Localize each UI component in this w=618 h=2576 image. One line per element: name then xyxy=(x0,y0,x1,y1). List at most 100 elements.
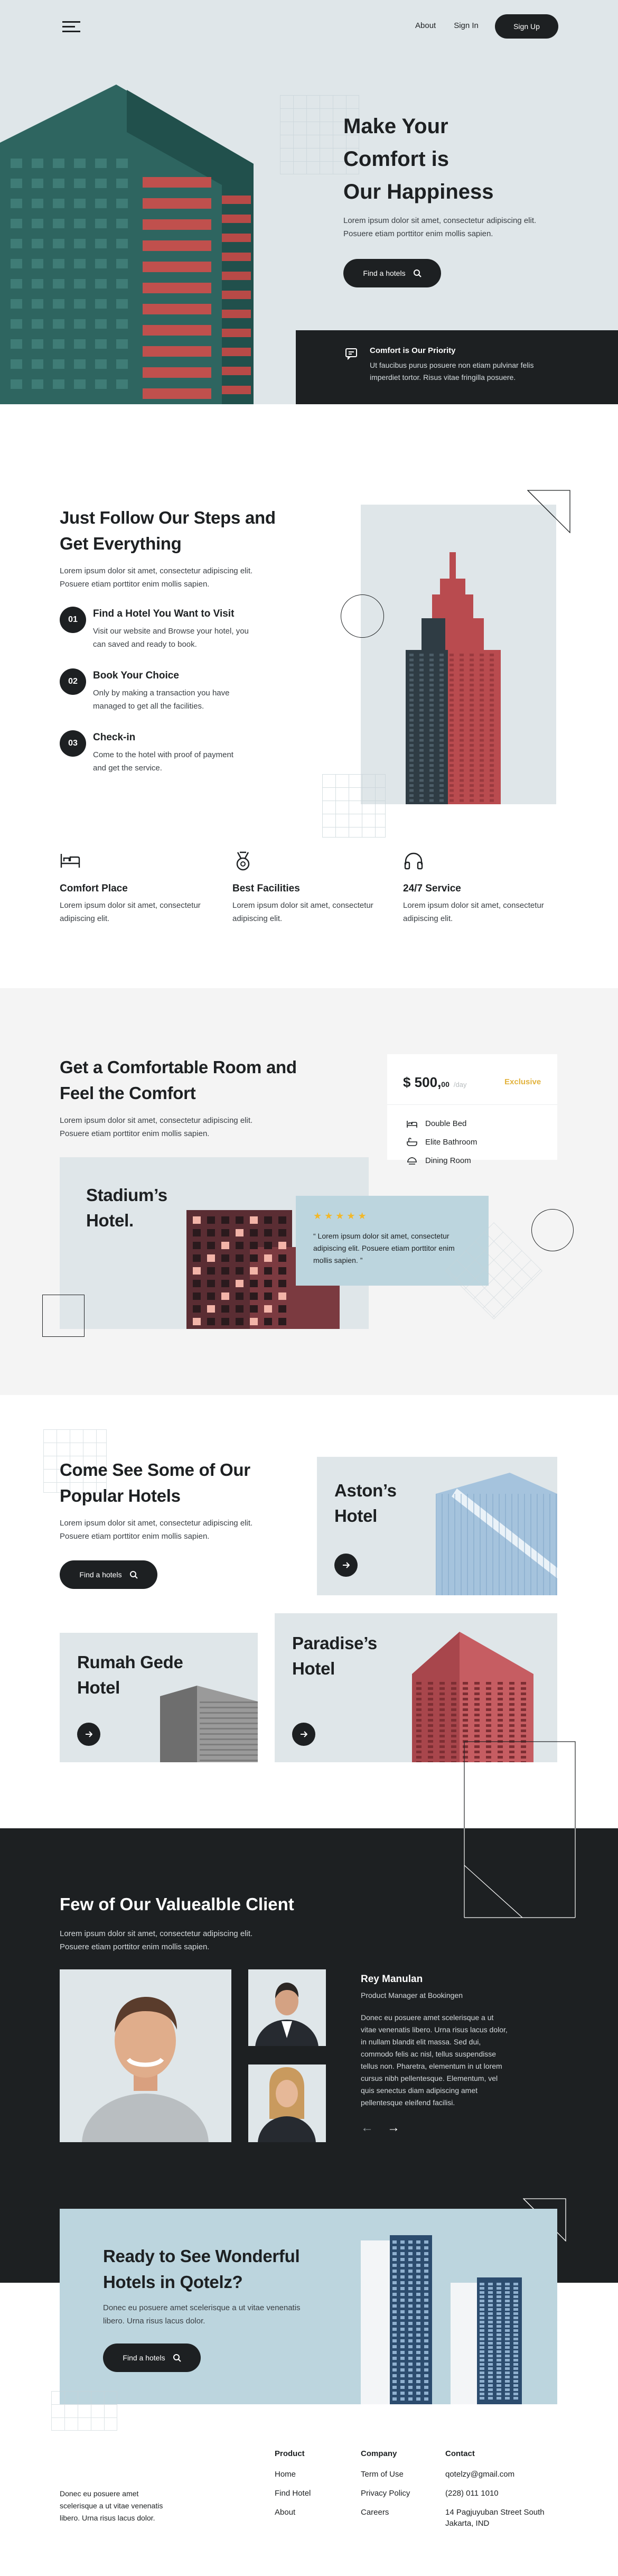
arrow-right-button[interactable] xyxy=(292,1723,315,1746)
circle-decoration xyxy=(531,1209,574,1251)
step-desc-line2: and get the service. xyxy=(93,764,162,773)
cta-title-line2: Hotels in Qotelz? xyxy=(103,2272,243,2292)
cta-banner: Ready to See Wonderful Hotels in Qotelz?… xyxy=(60,2209,557,2404)
hotel-name-line2: Hotel xyxy=(292,1659,335,1678)
client-name: Rey Manulan xyxy=(361,1974,423,1985)
popular-title: Come See Some of Our Popular Hotels xyxy=(60,1457,250,1509)
popular-desc-line1: Lorem ipsum dolor sit amet, consectetur … xyxy=(60,1519,253,1528)
footer-column-title: Contact xyxy=(445,2449,475,2458)
footer-link-find-hotel[interactable]: Find Hotel xyxy=(275,2489,311,2498)
feature-desc-line1: Lorem ipsum dolor sit amet, consectetur xyxy=(403,901,544,910)
search-icon xyxy=(413,269,422,277)
footer-about-line: scelerisque a ut vitae venenatis xyxy=(60,2501,163,2510)
lines-decoration xyxy=(464,1828,576,1918)
hero-desc-line2: Posuere etiam porttitor enim mollis sapi… xyxy=(343,229,493,238)
menu-icon[interactable] xyxy=(62,20,80,33)
hero-title-line3: Our Happiness xyxy=(343,180,494,203)
medal-icon xyxy=(236,851,250,871)
amenity-item: Double Bed xyxy=(407,1119,477,1128)
hotel-name-line1: Paradise’s xyxy=(292,1633,377,1653)
feature-title: Best Facilities xyxy=(232,883,300,894)
footer-link-careers[interactable]: Careers xyxy=(361,2508,410,2517)
hero-title-line1: Make Your xyxy=(343,115,448,138)
feature-desc-line2: adipiscing elit. xyxy=(232,914,283,923)
rumah-gede-hotel-image xyxy=(160,1686,258,1762)
hero-description: Lorem ipsum dolor sit amet, consectetur … xyxy=(343,214,536,240)
clients-title: Few of Our Valuealble Client xyxy=(60,1894,294,1914)
review-line2: adipiscing elit. Posuere etiam porttitor… xyxy=(313,1244,455,1252)
quote-line: tellus non. Pharetra, elementum in ut lo… xyxy=(361,2062,502,2070)
stadium-hotel-name-line2: Hotel. xyxy=(86,1211,134,1230)
quote-line: Donec eu posuere amet scelerisque a ut xyxy=(361,2013,494,2022)
step-item: 01 Find a Hotel You Want to Visit Visit … xyxy=(60,607,249,651)
step-title: Find a Hotel You Want to Visit xyxy=(93,608,235,619)
price-period: /day xyxy=(453,1081,467,1089)
footer-about-line: libero. Urna risus lacus dolor. xyxy=(60,2514,155,2522)
signup-button[interactable]: Sign Up xyxy=(495,14,558,39)
arrow-right-icon xyxy=(301,1731,307,1737)
step-item: 03 Check-in Come to the hotel with proof… xyxy=(60,730,233,775)
footer-product-column: Product Home Find Hotel About xyxy=(275,2449,311,2527)
next-button[interactable]: → xyxy=(387,2121,400,2135)
steps-section: Just Follow Our Steps and Get Everything… xyxy=(0,404,618,988)
steps-title: Just Follow Our Steps and Get Everything xyxy=(60,505,276,556)
search-icon xyxy=(129,1571,138,1579)
chat-icon xyxy=(345,348,357,360)
client-quote: Donec eu posuere amet scelerisque a ut v… xyxy=(361,2012,508,2109)
hero-section: About Sign In Sign Up Make Your Comfort … xyxy=(0,0,618,404)
priority-title: Comfort is Our Priority xyxy=(370,346,456,355)
rating-stars: ★ ★ ★ ★ ★ xyxy=(313,1211,367,1221)
cta-desc-line2: libero. Urna risus lacus dolor. xyxy=(103,2317,205,2326)
footer-link-about[interactable]: About xyxy=(275,2508,311,2517)
popular-find-hotels-label: Find a hotels xyxy=(79,1570,122,1579)
client-photo-thumb[interactable] xyxy=(248,2064,326,2142)
steps-desc-line2: Posuere etiam porttitor enim mollis sapi… xyxy=(60,580,210,589)
hero-find-hotels-button[interactable]: Find a hotels xyxy=(343,259,441,287)
price-card: $ 500, 00 /day Exclusive Double Bed Elit… xyxy=(387,1054,557,1165)
step-item: 02 Book Your Choice Only by making a tra… xyxy=(60,668,229,713)
hero-find-hotels-label: Find a hotels xyxy=(363,269,406,277)
footer-about-line: Donec eu posuere amet xyxy=(60,2489,139,2498)
steps-title-line1: Just Follow Our Steps and xyxy=(60,508,276,527)
popular-find-hotels-button[interactable]: Find a hotels xyxy=(60,1560,157,1589)
nav-signin-link[interactable]: Sign In xyxy=(454,21,479,30)
footer-contact-address: Jakarta, IND xyxy=(445,2519,490,2528)
arrow-right-button[interactable] xyxy=(77,1723,100,1746)
popular-desc-line2: Posuere etiam porttitor enim mollis sapi… xyxy=(60,1532,210,1541)
footer-link-privacy[interactable]: Privacy Policy xyxy=(361,2489,410,2498)
priority-text-line2: imperdiet tortor. Risus vitae fringilla … xyxy=(370,373,516,382)
nav-about-link[interactable]: About xyxy=(415,21,436,30)
step-desc-line1: Only by making a transaction you have xyxy=(93,689,230,698)
footer-contact-address: 14 Pagjuyuban Street South xyxy=(445,2508,545,2517)
amenity-label: Double Bed xyxy=(425,1119,467,1128)
amenity-item: Dining Room xyxy=(407,1156,477,1165)
room-section: Get a Comfortable Room and Feel the Comf… xyxy=(0,988,618,1395)
dining-icon xyxy=(407,1157,417,1165)
hotel-card-astons[interactable]: Aston’s Hotel xyxy=(317,1457,557,1595)
hotel-card-paradise[interactable]: Paradise’s Hotel xyxy=(275,1613,557,1762)
prev-button[interactable]: ← xyxy=(361,2121,373,2135)
bathtub-icon xyxy=(407,1138,417,1146)
review-line3: mollis sapien. ” xyxy=(313,1256,363,1264)
headphones-icon xyxy=(404,852,423,870)
arrow-right-icon xyxy=(343,1562,350,1568)
stadium-hotel-name-line1: Stadium’s xyxy=(86,1185,167,1205)
step-desc-line2: managed to get all the facilities. xyxy=(93,702,204,711)
cta-find-hotels-button[interactable]: Find a hotels xyxy=(103,2343,201,2372)
footer-link-terms[interactable]: Term of Use xyxy=(361,2470,410,2479)
hotel-card-rumah-gede[interactable]: Rumah Gede Hotel xyxy=(60,1633,258,1762)
footer-link-home[interactable]: Home xyxy=(275,2470,311,2479)
arrow-right-button[interactable] xyxy=(334,1554,358,1577)
footer-contact-email[interactable]: qotelzy@gmail.com xyxy=(445,2470,545,2479)
exclusive-badge: Exclusive xyxy=(504,1077,541,1086)
cta-title-line1: Ready to See Wonderful xyxy=(103,2246,300,2266)
feature-desc-line1: Lorem ipsum dolor sit amet, consectetur xyxy=(60,901,201,910)
bed-icon xyxy=(60,854,80,868)
quote-line: in nullam blandit elit massa. Sed dui, xyxy=(361,2038,481,2046)
feature-item: 24/7 Service Lorem ipsum dolor sit amet,… xyxy=(403,851,561,925)
feature-title: 24/7 Service xyxy=(403,883,461,894)
bed-icon xyxy=(407,1120,417,1128)
tower-image xyxy=(361,505,556,804)
review-line1: “ Lorem ipsum dolor sit amet, consectetu… xyxy=(313,1232,450,1240)
client-photo-thumb[interactable] xyxy=(248,1969,326,2046)
